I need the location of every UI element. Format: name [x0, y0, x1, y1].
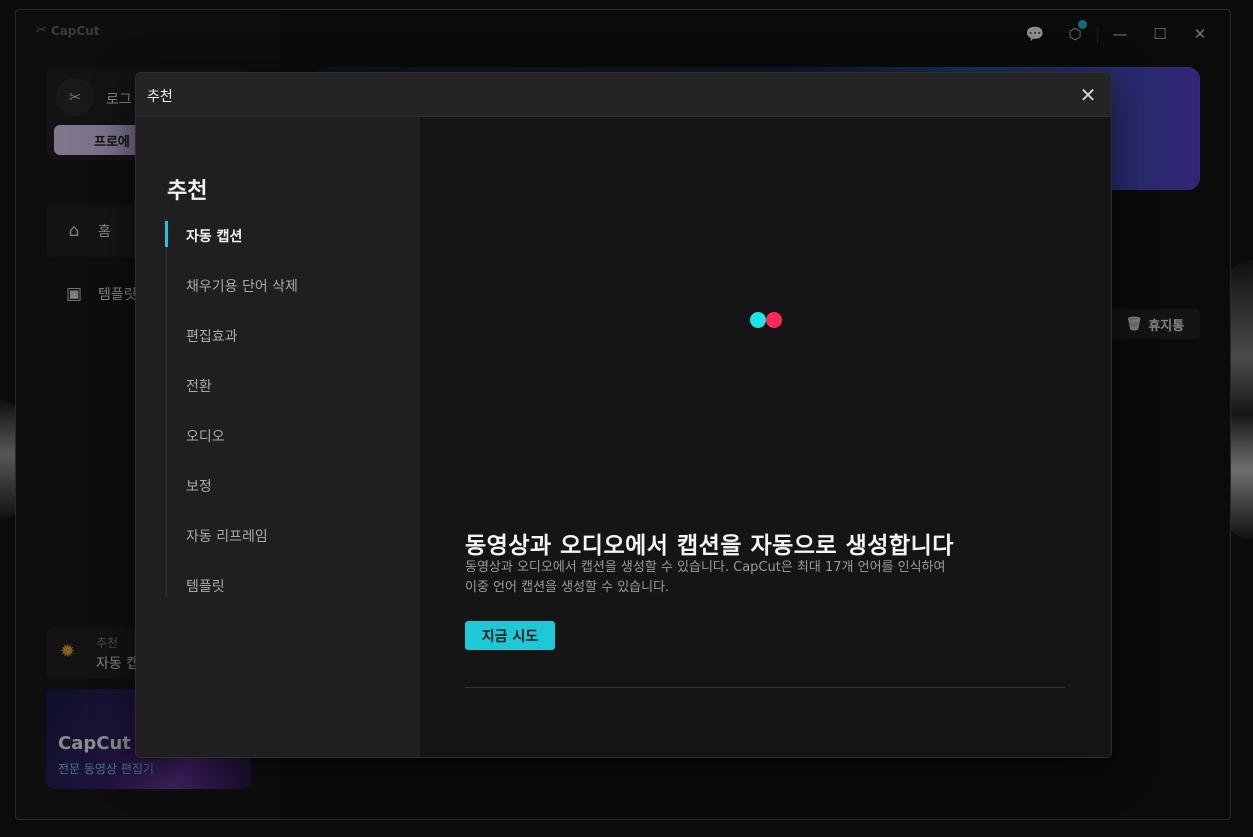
- feature-description-line: 동영상과 오디오에서 캡션을 생성할 수 있습니다. CapCut은 최대 17…: [465, 560, 946, 575]
- feature-description: 동영상과 오디오에서 캡션을 생성할 수 있습니다. CapCut은 최대 17…: [465, 558, 1065, 598]
- dialog-sidebar-heading: 추천: [167, 179, 208, 204]
- dialog-header: 추천 ✕: [136, 73, 1111, 117]
- feature-description-line: 이중 언어 캡션을 생성할 수 있습니다.: [465, 580, 670, 595]
- dialog-sidebar: 추천 자동 캡션 채우기용 단어 삭제 편집효과 전환 오디오 보정 자동 리프…: [136, 117, 420, 757]
- sidebar-item-remove-filler-words[interactable]: 채우기용 단어 삭제: [186, 276, 298, 296]
- loader-dot: [750, 312, 766, 328]
- dialog-title: 추천: [147, 89, 173, 105]
- sidebar-item-auto-reframe[interactable]: 자동 리프레임: [186, 526, 268, 546]
- sidebar-track: [166, 221, 167, 597]
- active-indicator: [165, 221, 168, 247]
- divider: [465, 687, 1065, 688]
- recommendation-dialog: 추천 ✕ 추천 자동 캡션 채우기용 단어 삭제 편집효과 전환 오디오 보정 …: [135, 72, 1112, 758]
- feature-title: 동영상과 오디오에서 캡션을 자동으로 생성합니다: [465, 533, 954, 559]
- loading-spinner: [750, 312, 782, 328]
- sidebar-item-transitions[interactable]: 전환: [186, 376, 212, 396]
- sidebar-item-effects[interactable]: 편집효과: [186, 326, 238, 346]
- sidebar-item-adjustment[interactable]: 보정: [186, 476, 212, 496]
- loader-dot: [766, 312, 782, 328]
- sidebar-item-templates[interactable]: 템플릿: [186, 576, 225, 596]
- sidebar-item-audio[interactable]: 오디오: [186, 426, 225, 446]
- close-icon[interactable]: ✕: [1075, 82, 1101, 108]
- sidebar-item-auto-captions[interactable]: 자동 캡션: [186, 226, 242, 246]
- dialog-content: 동영상과 오디오에서 캡션을 자동으로 생성합니다 동영상과 오디오에서 캡션을…: [420, 117, 1111, 757]
- try-now-button[interactable]: 지금 시도: [465, 621, 555, 650]
